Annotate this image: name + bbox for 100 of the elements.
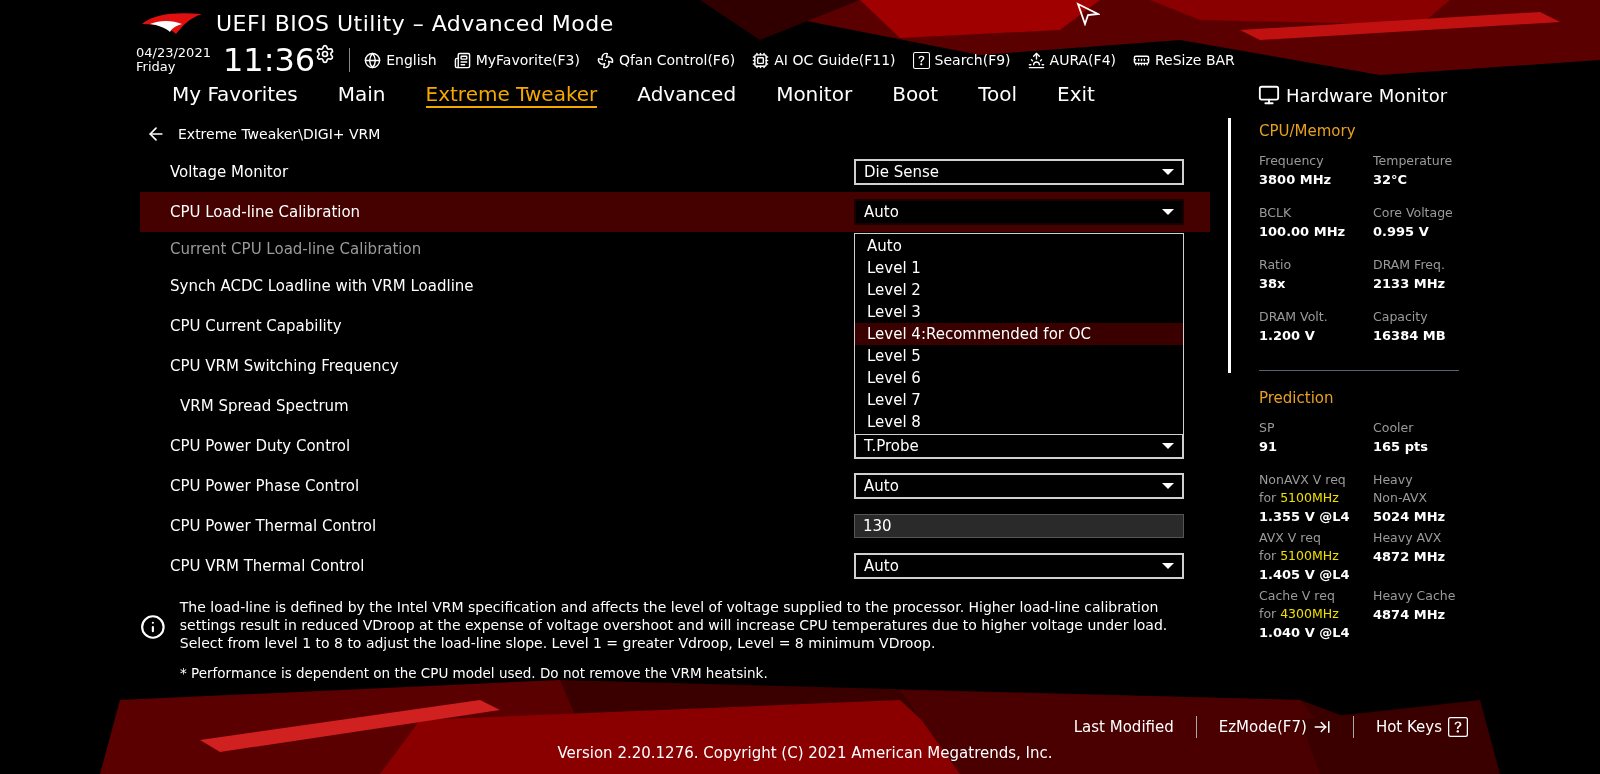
stat-value: 165 pts	[1373, 438, 1429, 456]
help-icon	[912, 51, 930, 69]
setting-label[interactable]: Voltage Monitor	[170, 160, 289, 184]
dropdown-option[interactable]: Level 2	[855, 279, 1183, 301]
menu-tab[interactable]: Monitor	[776, 82, 853, 108]
dropdown-option[interactable]: Level 1	[855, 257, 1183, 279]
setting-label[interactable]: CPU Current Capability	[170, 314, 342, 338]
stat-value: 1.355 V @L4	[1259, 508, 1351, 526]
weekday-text: Friday	[136, 60, 177, 74]
version-text: Version 2.20.1276. Copyright (C) 2021 American Megatrends, Inc.	[557, 743, 1053, 764]
stat-label: SP	[1259, 419, 1276, 437]
menu-tab[interactable]: Tool	[978, 82, 1018, 108]
stat-value: 5024 MHz	[1373, 508, 1447, 526]
highlighted-row[interactable]: CPU Load-line Calibration Auto	[140, 192, 1210, 232]
setting-label[interactable]: CPU Power Thermal Control	[170, 514, 377, 538]
dropdown-option[interactable]: Level 6	[855, 367, 1183, 389]
stat-value: 16384 MB	[1373, 327, 1447, 345]
window-title: UEFI BIOS Utility – Advanced Mode	[216, 9, 614, 38]
setting-label[interactable]: Synch ACDC Loadline with VRM Loadline	[170, 274, 474, 298]
stat-label: NonAVX V req	[1259, 471, 1347, 489]
logo-icon	[140, 10, 204, 36]
stat-value: 1.405 V @L4	[1259, 566, 1351, 584]
chip-icon	[752, 51, 770, 69]
dropdown[interactable]: Auto	[854, 553, 1184, 579]
panel-title: Hardware Monitor	[1286, 83, 1448, 108]
light-icon	[1027, 51, 1045, 69]
exit-icon	[1312, 718, 1331, 736]
stat-value: 4874 MHz	[1373, 606, 1447, 624]
stat-label: Frequency	[1259, 152, 1325, 170]
globe-icon	[364, 51, 382, 69]
stat-label: for 4300MHz	[1259, 605, 1340, 623]
clock-time: 11:36	[222, 44, 316, 76]
caret-icon	[1162, 563, 1174, 569]
toolbar-button[interactable]: AI OC Guide(F11)	[752, 49, 896, 71]
toolbar-button[interactable]: ReSize BAR	[1133, 49, 1235, 71]
monitor-icon	[1258, 84, 1280, 106]
dropdown[interactable]: T.Probe	[854, 433, 1184, 459]
stat-value: 1.200 V	[1259, 327, 1316, 345]
stat-label: BCLK	[1259, 204, 1293, 222]
section-title: CPU/Memory	[1259, 120, 1357, 142]
info-icon	[140, 614, 166, 640]
stat-value: 3800 MHz	[1259, 171, 1333, 189]
stat-value: 38x	[1259, 275, 1287, 293]
stat-label: Heavy AVX	[1373, 529, 1443, 547]
footer-button[interactable]: EzMode(F7)	[1218, 715, 1331, 739]
toolbar-button[interactable]: MyFavorite(F3)	[453, 49, 580, 71]
stat-label: Ratio	[1259, 256, 1293, 274]
stat-value: 91	[1259, 438, 1279, 456]
dropdown-option[interactable]: Auto	[855, 235, 1183, 257]
stat-label: Cooler	[1373, 419, 1415, 437]
stat-label: Non-AVX	[1373, 489, 1429, 507]
setting-label[interactable]: CPU VRM Switching Frequency	[170, 354, 399, 378]
dropdown[interactable]: Auto	[854, 473, 1184, 499]
stat-label: Core Voltage	[1373, 204, 1454, 222]
stat-label: for 5100MHz	[1259, 489, 1340, 507]
stat-label: Cache V req	[1259, 587, 1336, 605]
stat-label: DRAM Freq.	[1373, 256, 1446, 274]
dropdown-option[interactable]: Level 7	[855, 389, 1183, 411]
setting-label[interactable]: CPU Power Phase Control	[170, 474, 360, 498]
stat-label: Heavy	[1373, 471, 1414, 489]
menu-tab[interactable]: Extreme Tweaker	[425, 82, 598, 108]
toolbar-button[interactable]: English	[364, 49, 437, 71]
settings-icon[interactable]	[315, 44, 336, 64]
stat-label: for 5100MHz	[1259, 547, 1340, 565]
setting-label[interactable]: Current CPU Load-line Calibration	[170, 237, 422, 261]
setting-label[interactable]: CPU Power Duty Control	[170, 434, 351, 458]
menu-tab[interactable]: My Favorites	[172, 82, 298, 108]
dropdown[interactable]: Auto	[854, 199, 1184, 225]
dropdown-option[interactable]: Level 3	[855, 301, 1183, 323]
setting-label[interactable]: CPU VRM Thermal Control	[170, 554, 365, 578]
stat-label: DRAM Volt.	[1259, 308, 1329, 326]
number-field[interactable]: 130	[854, 514, 1184, 538]
stat-value: 100.00 MHz	[1259, 223, 1347, 241]
setting-label[interactable]: VRM Spread Spectrum	[180, 394, 349, 418]
caret-icon	[1162, 209, 1174, 215]
menu-tab[interactable]: Advanced	[637, 82, 737, 108]
footer-button[interactable]: Last Modified	[1073, 715, 1174, 739]
stat-value: 0.995 V	[1373, 223, 1430, 241]
caret-icon	[1162, 443, 1174, 449]
menu-tab[interactable]: Boot	[892, 82, 939, 108]
toolbar-button[interactable]: Search(F9)	[912, 49, 1011, 71]
dropdown-option[interactable]: Level 5	[855, 345, 1183, 367]
menu-tab[interactable]: Exit	[1057, 82, 1095, 108]
dropdown[interactable]: Die Sense	[854, 159, 1184, 185]
setting-label[interactable]: CPU Load-line Calibration	[170, 200, 361, 224]
caret-icon	[1162, 483, 1174, 489]
help-text: The load-line is defined by the Intel VRM specification and affects the level of voltage supplied to the processor. Higher load-line calibration settings result in reduced VDroop at the expense of voltage overshoot and will increase CPU temperatures due to higher voltage under load. Select from level 1 to 8 to adjust the load-line slope. Level 1 = greater Vdroop, Level = 8 minimum VDroop.	[179, 598, 1169, 652]
toolbar-button[interactable]: AURA(F4)	[1027, 49, 1116, 71]
fan-icon	[596, 51, 614, 69]
help-icon	[1448, 717, 1468, 737]
footer-button[interactable]: Hot Keys	[1375, 715, 1468, 739]
stat-label: Temperature	[1373, 152, 1454, 170]
stat-label: AVX V req	[1259, 529, 1322, 547]
dropdown-option[interactable]: Level 4:Recommended for OC	[855, 323, 1183, 345]
date-text: 04/23/2021	[136, 46, 211, 60]
toolbar-button[interactable]: Qfan Control(F6)	[596, 49, 736, 71]
stat-value: 1.040 V @L4	[1259, 624, 1351, 642]
dropdown-option[interactable]: Level 8	[855, 411, 1183, 433]
menu-tab[interactable]: Main	[337, 82, 386, 108]
cursor-icon	[1076, 2, 1100, 26]
